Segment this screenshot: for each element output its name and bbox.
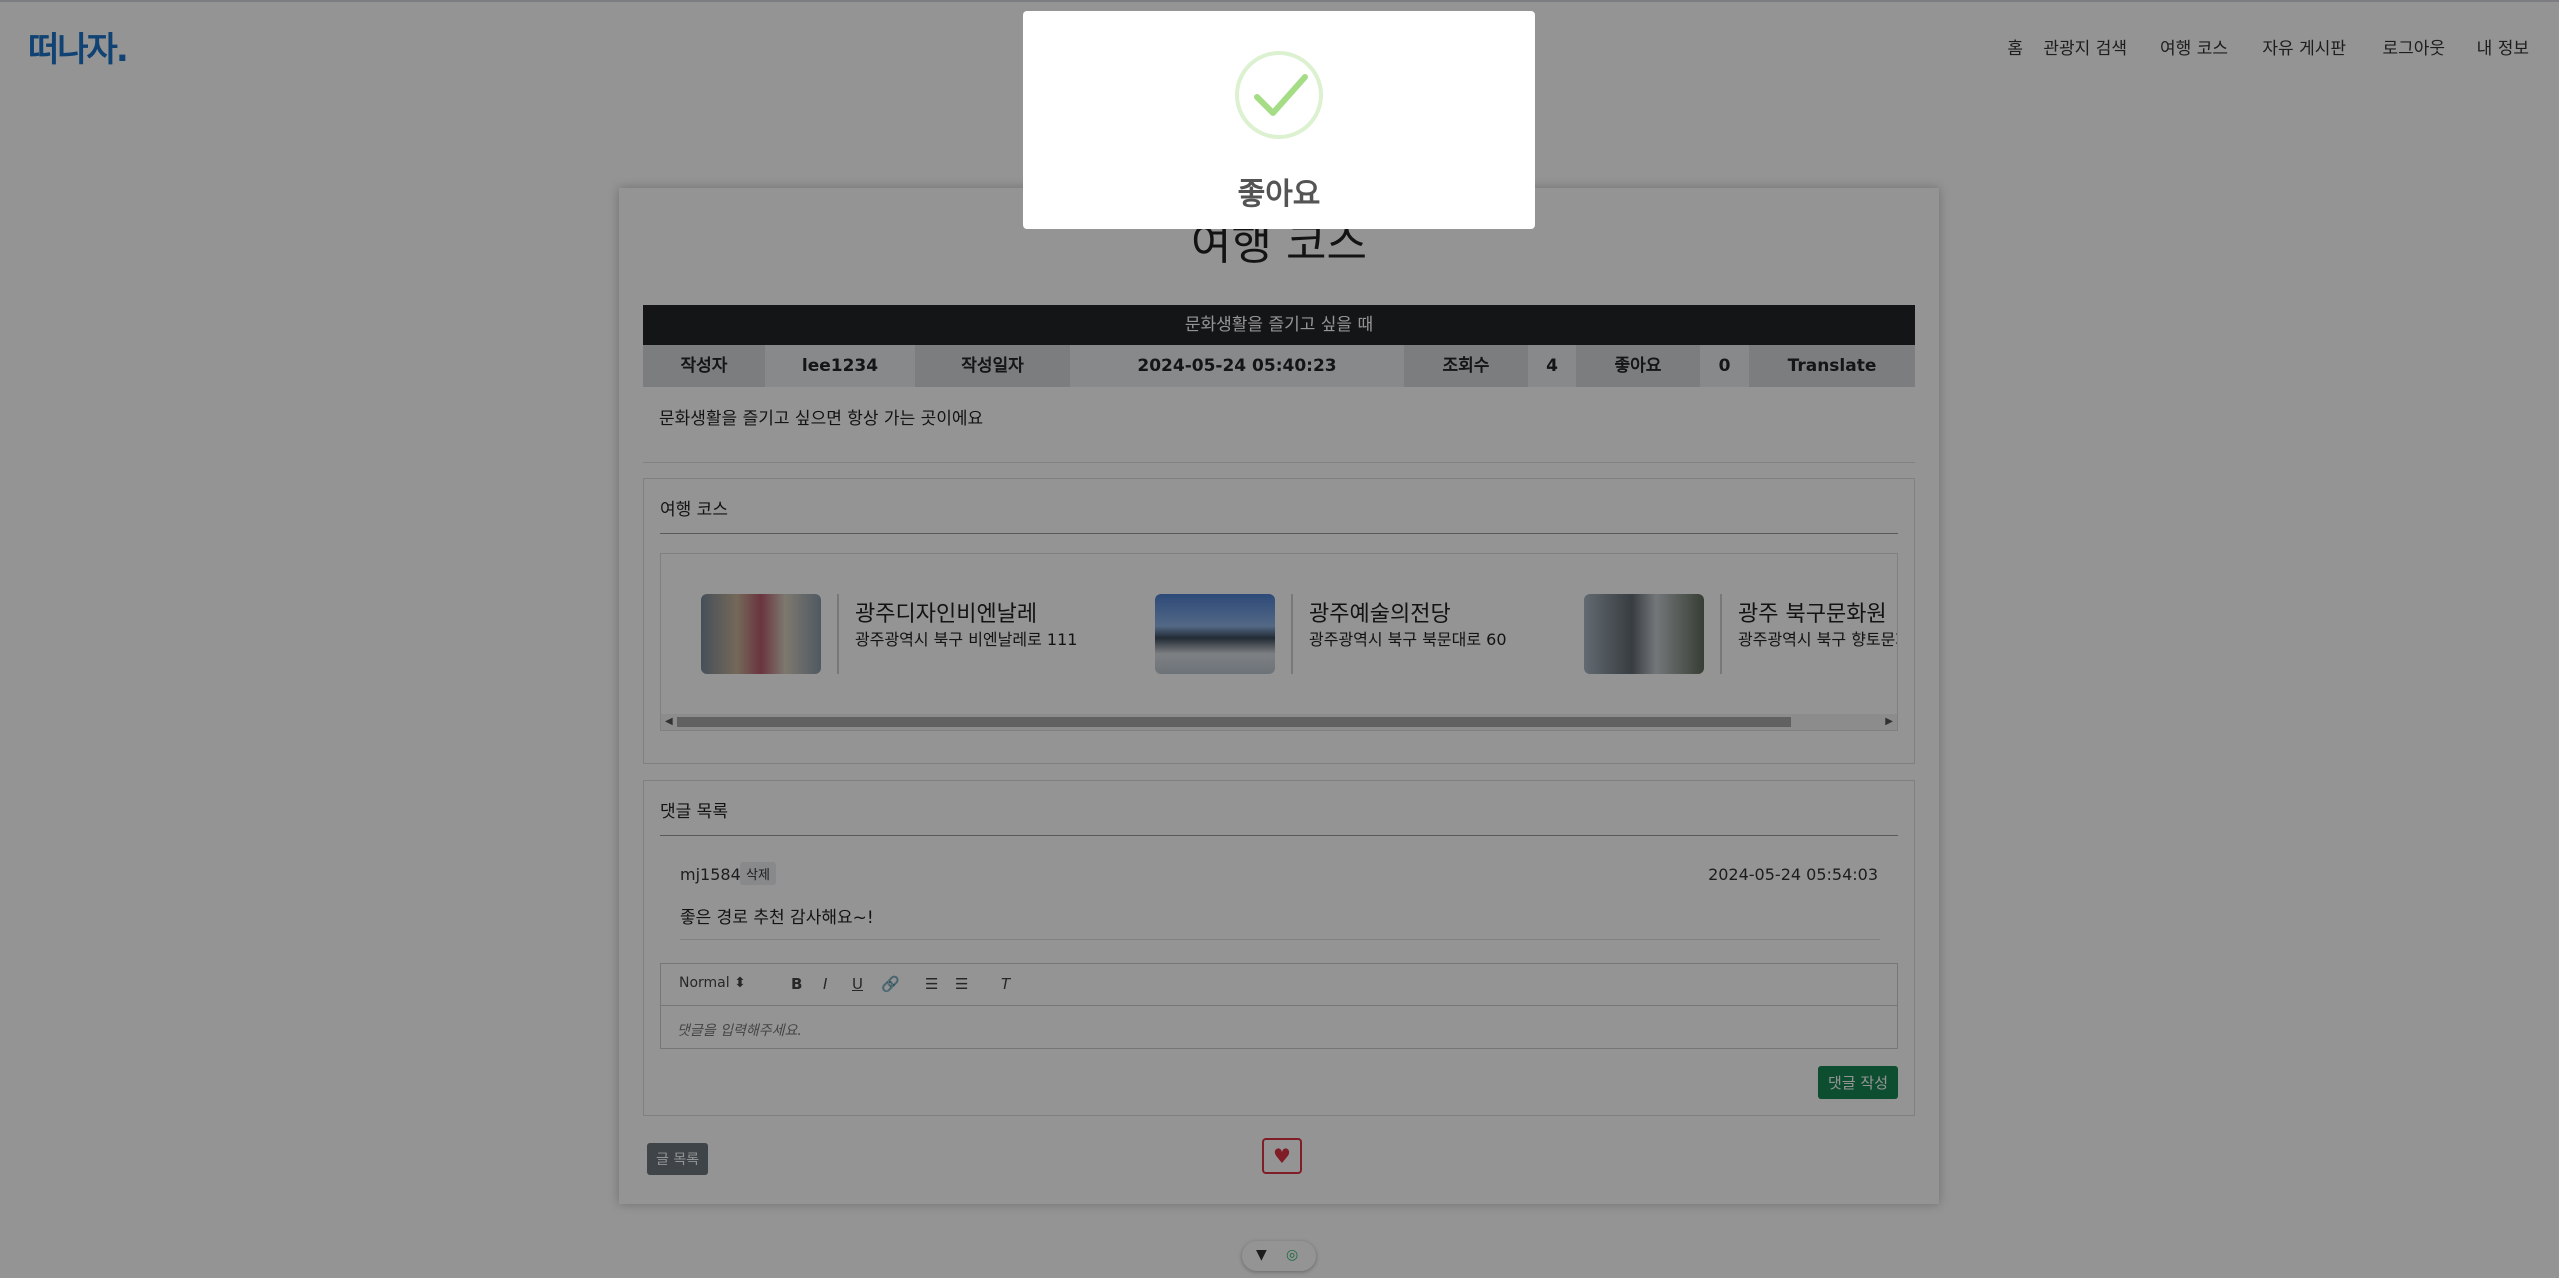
like-modal: 좋아요 bbox=[1023, 11, 1535, 229]
success-icon bbox=[1235, 51, 1323, 139]
modal-title: 좋아요 bbox=[1237, 177, 1321, 212]
